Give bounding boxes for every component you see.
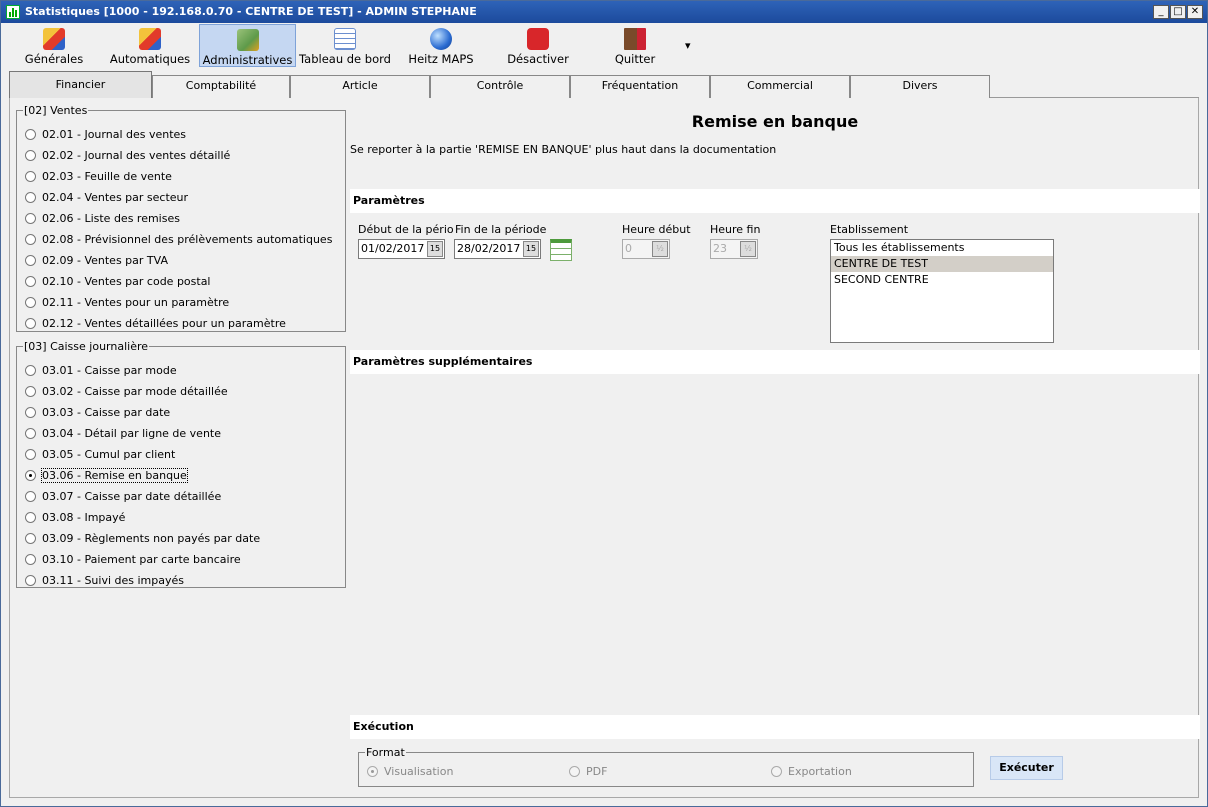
chart-icon [43, 28, 65, 50]
tab-bar: Financier Comptabilité Article Contrôle … [9, 71, 1199, 98]
toolbar-administratives-button[interactable]: Administratives [199, 24, 296, 67]
app-window: Statistiques [1000 - 192.168.0.70 - CENT… [0, 0, 1208, 807]
toolbar: Générales Automatiques Administratives T… [1, 23, 1207, 67]
globe-icon [430, 28, 452, 50]
minimize-button[interactable]: _ [1153, 5, 1169, 19]
etablissement-label: Etablissement [830, 223, 909, 236]
end-date-label: Fin de la période [455, 223, 547, 236]
group-ventes-title: [02] Ventes [24, 104, 88, 117]
tab-controle[interactable]: Contrôle [430, 75, 570, 98]
etablissement-list[interactable]: Tous les établissements CENTRE DE TEST S… [830, 239, 1054, 343]
power-icon [527, 28, 549, 50]
start-date-label: Début de la pério [358, 223, 454, 236]
tab-divers[interactable]: Divers [850, 75, 990, 98]
tab-comptabilite[interactable]: Comptabilité [152, 75, 290, 98]
etablissement-option[interactable]: Tous les établissements [831, 240, 1053, 256]
hour-end-input[interactable]: 23 ½ [710, 239, 758, 259]
toolbar-automatiques-button[interactable]: Automatiques [103, 24, 197, 67]
start-date-input[interactable]: 01/02/2017 15 [358, 239, 445, 259]
close-button[interactable]: ✕ [1187, 5, 1203, 19]
group-caisse-journaliere: [03] Caisse journalière 03.01 - Caisse p… [16, 340, 346, 588]
calendar-spin-icon[interactable]: 15 [427, 241, 443, 257]
admin-chart-icon [236, 29, 259, 51]
stats-app-icon [6, 5, 20, 19]
toolbar-heitz-maps-button[interactable]: Heitz MAPS [394, 24, 488, 67]
tab-article[interactable]: Article [290, 75, 430, 98]
group-ventes: [02] Ventes 02.01 - Journal des ventes 0… [16, 104, 346, 332]
hour-spin-icon[interactable]: ½ [740, 241, 756, 257]
hour-spin-icon[interactable]: ½ [652, 241, 668, 257]
maximize-button[interactable]: □ [1170, 5, 1186, 19]
hour-start-input[interactable]: 0 ½ [622, 239, 670, 259]
window-title: Statistiques [1000 - 192.168.0.70 - CENT… [25, 5, 477, 18]
toolbar-tableau-de-bord-button[interactable]: Tableau de bord [298, 24, 392, 67]
tab-commercial[interactable]: Commercial [710, 75, 850, 98]
toolbar-generales-button[interactable]: Générales [9, 24, 99, 67]
section-parametres-supplementaires: Paramètres supplémentaires [350, 350, 1200, 374]
calendar-icon[interactable] [550, 239, 572, 261]
hour-start-label: Heure début [622, 223, 691, 236]
title-bar: Statistiques [1000 - 192.168.0.70 - CENT… [1, 1, 1207, 23]
tab-frequentation[interactable]: Fréquentation [570, 75, 710, 98]
tab-financier[interactable]: Financier [9, 71, 152, 98]
toolbar-quitter-button[interactable]: Quitter [587, 24, 683, 67]
exit-door-icon [624, 28, 646, 50]
report-title: Remise en banque [691, 112, 859, 131]
hour-end-label: Heure fin [710, 223, 761, 236]
section-execution: Exécution [350, 715, 1200, 739]
calendar-spin-icon[interactable]: 15 [523, 241, 539, 257]
toolbar-desactiver-button[interactable]: Désactiver [491, 24, 585, 67]
auto-chart-icon [139, 28, 161, 50]
report-description: Se reporter à la partie 'REMISE EN BANQU… [350, 143, 777, 156]
section-parametres: Paramètres [350, 189, 1200, 213]
format-label: Format [366, 746, 405, 759]
etablissement-option-selected[interactable]: CENTRE DE TEST [831, 256, 1053, 272]
execute-button[interactable]: Exécuter [990, 756, 1063, 780]
tab-content-financier: [02] Ventes 02.01 - Journal des ventes 0… [9, 98, 1200, 798]
toolbar-more-dropdown[interactable]: ▾ [685, 39, 691, 52]
dashboard-icon [334, 28, 356, 50]
end-date-input[interactable]: 28/02/2017 15 [454, 239, 541, 259]
group-caisse-title: [03] Caisse journalière [24, 340, 149, 353]
etablissement-option[interactable]: SECOND CENTRE [831, 272, 1053, 288]
